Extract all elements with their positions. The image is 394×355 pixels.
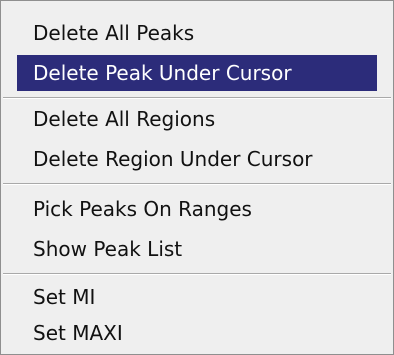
menu-separator [3,97,391,99]
menu-item-pick-peaks-on-ranges[interactable]: Pick Peaks On Ranges [17,191,377,227]
menu-item-set-mi[interactable]: Set MI [17,279,377,315]
menu-item-delete-all-peaks[interactable]: Delete All Peaks [17,15,377,51]
menu-separator [3,183,391,185]
menu-item-delete-all-regions[interactable]: Delete All Regions [17,101,377,137]
menu-item-delete-region-under-cursor[interactable]: Delete Region Under Cursor [17,141,377,177]
menu-item-set-maxi[interactable]: Set MAXI [17,315,377,351]
menu-separator [3,273,391,275]
menu-item-show-peak-list[interactable]: Show Peak List [17,231,377,267]
context-menu: Delete All Peaks Delete Peak Under Curso… [0,0,394,355]
menu-item-delete-peak-under-cursor[interactable]: Delete Peak Under Cursor [17,55,377,91]
